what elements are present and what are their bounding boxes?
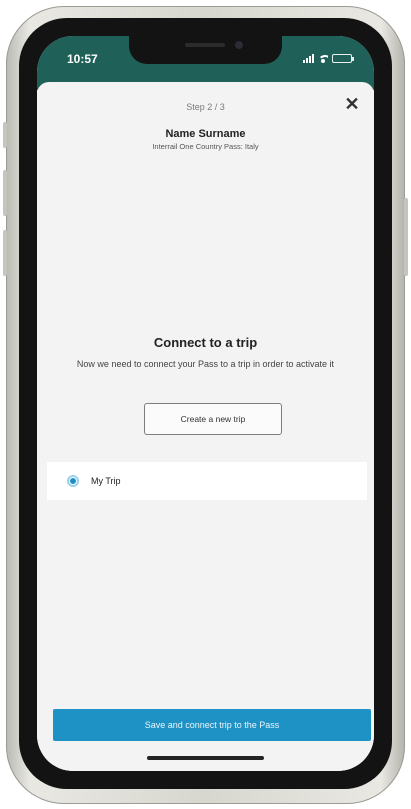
wifi-icon <box>318 54 328 63</box>
save-connect-button[interactable]: Save and connect trip to the Pass <box>53 709 371 741</box>
mute-switch <box>3 122 7 148</box>
status-icons <box>303 54 354 63</box>
trip-label: My Trip <box>91 476 121 486</box>
status-time: 10:57 <box>67 52 98 66</box>
home-indicator <box>147 756 264 760</box>
passenger-name: Name Surname <box>165 128 246 140</box>
signal-icon <box>303 54 314 63</box>
trip-option[interactable]: My Trip <box>47 462 367 500</box>
pass-name: Interrail One Country Pass: Italy <box>152 142 259 151</box>
close-icon[interactable]: ✕ <box>344 95 360 113</box>
battery-icon <box>332 54 354 63</box>
camera <box>235 41 243 49</box>
connect-description: Now we need to connect your Pass to a tr… <box>76 359 335 369</box>
create-new-trip-button[interactable]: Create a new trip <box>144 403 282 435</box>
speaker <box>185 43 225 47</box>
power-button <box>404 198 408 276</box>
connect-title: Connect to a trip <box>153 335 258 350</box>
trip-radio[interactable] <box>67 475 79 487</box>
screen: 10:57 Step 2 / 3 ✕ Name Surname Interrai… <box>37 36 374 771</box>
volume-up-button <box>3 170 7 216</box>
connect-trip-sheet: Step 2 / 3 ✕ Name Surname Interrail One … <box>37 82 374 771</box>
volume-down-button <box>3 230 7 276</box>
notch <box>129 36 282 64</box>
step-indicator: Step 2 / 3 <box>186 102 225 112</box>
